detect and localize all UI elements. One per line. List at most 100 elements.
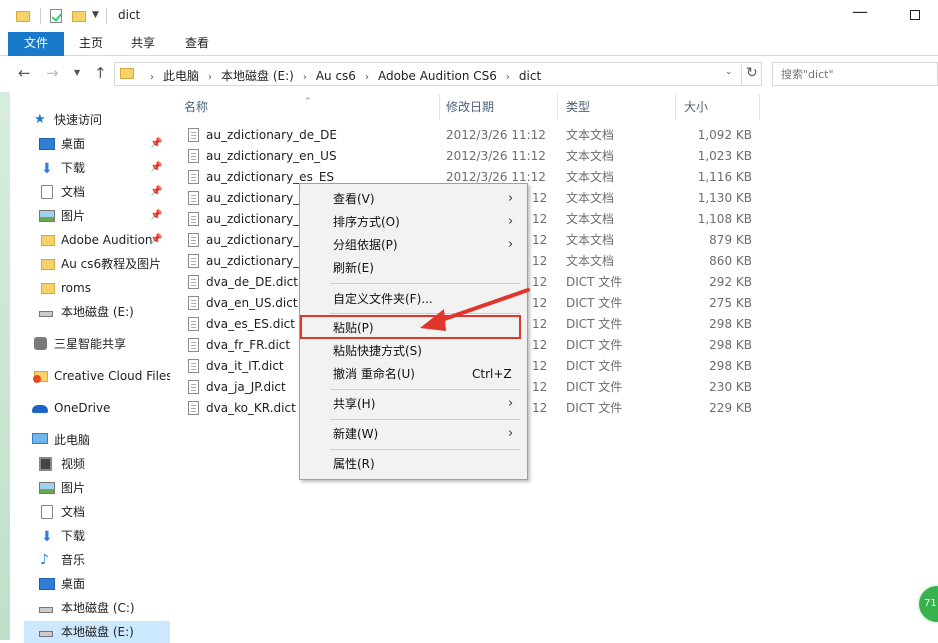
nav-creative-cloud[interactable]: Creative Cloud Files [24, 365, 170, 387]
nav-label: 快速访问 [54, 113, 103, 127]
file-name: dva_fr_FR.dict [206, 338, 291, 352]
chevron-right-icon: › [508, 426, 514, 441]
forward-arrow-icon[interactable]: → [46, 64, 59, 82]
file-name: au_zdictionary_f [206, 191, 304, 205]
chevron-right-icon[interactable]: › [506, 72, 510, 83]
nav-this-pc[interactable]: 此电脑 [24, 429, 170, 451]
file-date: 12 [532, 233, 548, 247]
back-arrow-icon[interactable]: ← [18, 64, 31, 82]
nav-label: 文档 [61, 185, 86, 199]
file-type: 文本文档 [566, 149, 615, 163]
breadcrumb-item[interactable]: dict [519, 69, 541, 83]
column-header-size[interactable]: 大小 [676, 94, 760, 120]
file-date: 12 [532, 338, 548, 352]
file-date: 12 [532, 254, 548, 268]
pin-icon[interactable]: 📌 [150, 133, 162, 155]
menu-label: 粘贴快捷方式(S) [333, 344, 422, 358]
nav-desktop-pc[interactable]: 桌面 [24, 573, 170, 595]
dict-file-icon [188, 380, 199, 394]
nav-videos[interactable]: 视频 [24, 453, 170, 475]
chevron-right-icon[interactable]: › [303, 72, 307, 83]
column-header-type[interactable]: 类型 [558, 94, 676, 120]
nav-label: 本地磁盘 (E:) [61, 305, 134, 319]
nav-label: 图片 [61, 209, 86, 223]
pin-icon[interactable]: 📌 [150, 157, 162, 179]
nav-desktop[interactable]: 桌面 📌 [24, 133, 170, 155]
maximize-button[interactable] [910, 10, 920, 20]
nav-documents-pc[interactable]: 文档 [24, 501, 170, 523]
search-box[interactable] [772, 62, 938, 86]
pictures-icon [39, 482, 55, 494]
folder-icon[interactable] [16, 11, 30, 22]
file-size: 229 KB [709, 401, 752, 415]
menu-item-customize-folder[interactable]: 自定义文件夹(F)... [302, 288, 525, 310]
chevron-down-icon[interactable]: ⌄ [725, 67, 733, 77]
nav-onedrive[interactable]: OneDrive [24, 397, 170, 419]
file-type: 文本文档 [566, 254, 615, 268]
window-title: dict [118, 8, 141, 22]
search-input[interactable] [781, 64, 931, 84]
menu-item-paste-shortcut[interactable]: 粘贴快捷方式(S) [302, 340, 525, 362]
breadcrumb-item[interactable]: 此电脑 [163, 69, 199, 83]
pin-icon[interactable]: 📌 [150, 229, 162, 251]
chevron-down-icon[interactable]: ▼ [92, 10, 99, 26]
new-folder-icon[interactable] [72, 11, 86, 22]
folder-icon [41, 259, 55, 270]
nav-label: 本地磁盘 (C:) [61, 601, 135, 615]
tab-home[interactable]: 主页 [70, 32, 112, 56]
breadcrumb-item[interactable]: 本地磁盘 (E:) [221, 69, 294, 83]
nav-quick-access[interactable]: ★ 快速访问 [24, 109, 170, 131]
nav-roms[interactable]: roms [24, 277, 170, 299]
breadcrumb-item[interactable]: Au cs6 [316, 69, 356, 83]
file-date: 12 [532, 380, 548, 394]
nav-documents[interactable]: 文档 📌 [24, 181, 170, 203]
menu-item-undo-rename[interactable]: 撤消 重命名(U) Ctrl+Z [302, 363, 525, 385]
nav-downloads-pc[interactable]: ⬇ 下载 [24, 525, 170, 547]
breadcrumb: › 此电脑 › 本地磁盘 (E:) › Au cs6 › Adobe Audition CS6… [141, 67, 541, 84]
column-label: 名称 [184, 100, 209, 114]
chevron-right-icon[interactable]: › [365, 72, 369, 83]
nav-samsung-share[interactable]: 三星智能共享 [24, 333, 170, 355]
column-header-date[interactable]: 修改日期 [440, 94, 558, 120]
nav-label: 音乐 [61, 553, 86, 567]
chevron-right-icon[interactable]: › [208, 72, 212, 83]
nav-pictures-pc[interactable]: 图片 [24, 477, 170, 499]
pictures-icon [39, 210, 55, 222]
properties-check-icon[interactable] [50, 9, 62, 23]
menu-item-sort-by[interactable]: 排序方式(O) › [302, 211, 525, 233]
nav-local-disk-e[interactable]: 本地磁盘 (E:) [24, 301, 170, 323]
address-bar[interactable]: › 此电脑 › 本地磁盘 (E:) › Au cs6 › Adobe Audition CS6… [114, 62, 762, 86]
breadcrumb-item[interactable]: Adobe Audition CS6 [378, 69, 497, 83]
nav-au-cs6-tutorials[interactable]: Au cs6教程及图片 [24, 253, 170, 275]
file-size: 1,092 KB [697, 128, 752, 142]
file-row[interactable]: au_zdictionary_de_DE 2012/3/26 11:12 文本文… [170, 125, 770, 146]
minimize-button[interactable]: — [852, 2, 868, 21]
creative-cloud-icon [33, 371, 48, 383]
tab-share[interactable]: 共享 [120, 32, 166, 56]
menu-label: 排序方式(O) [333, 215, 400, 229]
refresh-icon[interactable]: ↻ [741, 65, 758, 85]
file-size: 230 KB [709, 380, 752, 394]
menu-item-view[interactable]: 查看(V) › [302, 188, 525, 210]
menu-item-group-by[interactable]: 分组依据(P) › [302, 234, 525, 256]
menu-item-refresh[interactable]: 刷新(E) [302, 257, 525, 279]
menu-item-properties[interactable]: 属性(R) [302, 453, 525, 475]
tab-view[interactable]: 查看 [174, 32, 220, 56]
nav-pictures[interactable]: 图片 📌 [24, 205, 170, 227]
tab-file[interactable]: 文件 [8, 32, 64, 56]
recent-locations-chevron-icon[interactable]: ▼ [74, 68, 80, 77]
pin-icon[interactable]: 📌 [150, 181, 162, 203]
nav-downloads[interactable]: ⬇ 下载 📌 [24, 157, 170, 179]
nav-label: 桌面 [61, 137, 86, 151]
up-arrow-icon[interactable]: ↑ [94, 64, 107, 82]
navigation-pane: ★ 快速访问 桌面 📌 ⬇ 下载 📌 文档 📌 图片 📌 Adobe Audit… [24, 92, 170, 643]
nav-music[interactable]: ♪ 音乐 [24, 549, 170, 571]
pin-icon[interactable]: 📌 [150, 205, 162, 227]
file-row[interactable]: au_zdictionary_en_US 2012/3/26 11:12 文本文… [170, 146, 770, 167]
menu-item-share[interactable]: 共享(H) › [302, 393, 525, 415]
menu-label: 分组依据(P) [333, 238, 398, 252]
column-header-name[interactable]: 名称 ⌃ [170, 94, 440, 120]
menu-item-new[interactable]: 新建(W) › [302, 423, 525, 445]
nav-adobe-audition[interactable]: Adobe Audition 📌 [24, 229, 170, 251]
nav-local-disk-c[interactable]: 本地磁盘 (C:) [24, 597, 170, 619]
